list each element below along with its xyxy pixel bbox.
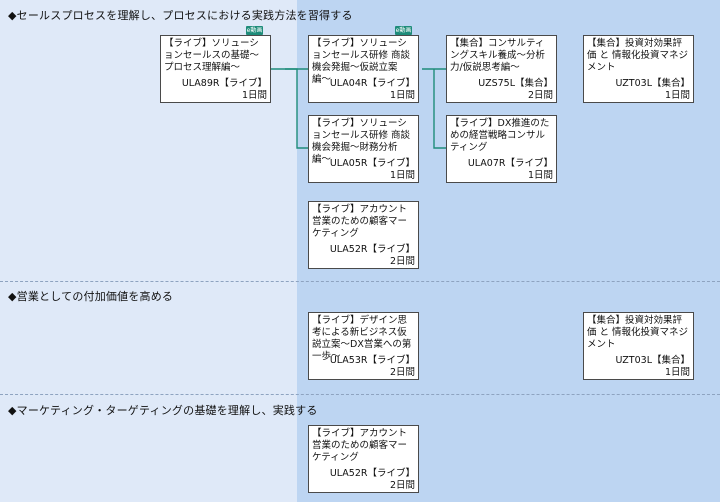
course-title: 【集合】投資対効果評価 と 情報化投資マネジメント <box>587 38 689 73</box>
section-divider <box>0 394 720 395</box>
course-code: UZT03L【集合】 <box>615 78 690 89</box>
course-code: ULA53R【ライブ】 <box>329 355 415 366</box>
course-card-ula05r[interactable]: 【ライブ】ソリューションセールス研修 商談機会発掘〜財務分析編〜 ULA05R【… <box>308 115 419 183</box>
e-video-badge: e動画 <box>395 26 412 35</box>
section-title-sales-process: ◆セールスプロセスを理解し、プロセスにおける実践方法を習得する <box>8 9 353 22</box>
course-title: 【集合】コンサルティングスキル養成〜分析力/仮説思考編〜 <box>450 38 546 73</box>
e-video-badge: e動画 <box>246 26 263 35</box>
course-code: ULA52R【ライブ】 <box>329 244 415 255</box>
course-card-ula52r[interactable]: 【ライブ】アカウント営業のための顧客マーケティング ULA52R【ライブ】 2日… <box>308 201 419 269</box>
course-title: 【集合】投資対効果評価 と 情報化投資マネジメント <box>587 315 689 350</box>
course-title: 【ライブ】アカウント営業のための顧客マーケティング <box>312 428 408 463</box>
course-code: UZT03L【集合】 <box>615 355 690 366</box>
course-code: UZS75L【集合】 <box>478 78 553 89</box>
course-code: ULA89R【ライブ】 <box>181 78 267 89</box>
section-title-marketing: ◆マーケティング・ターゲティングの基礎を理解し、実践する <box>8 404 318 417</box>
course-code: ULA07R【ライブ】 <box>467 158 553 169</box>
course-duration: 1日間 <box>389 170 415 181</box>
course-duration: 1日間 <box>664 367 690 378</box>
course-duration: 2日間 <box>527 90 553 101</box>
course-card-ula52r[interactable]: 【ライブ】アカウント営業のための顧客マーケティング ULA52R【ライブ】 2日… <box>308 425 419 493</box>
course-card-ula53r[interactable]: 【ライブ】デザイン思考による新ビジネス仮説立案〜DX営業への第一歩〜 ULA53… <box>308 312 419 380</box>
course-duration: 1日間 <box>664 90 690 101</box>
course-title: 【ライブ】ソリューションセールスの基礎〜プロセス理解編〜 <box>164 38 260 73</box>
course-duration: 2日間 <box>389 480 415 491</box>
course-duration: 1日間 <box>389 90 415 101</box>
course-code: ULA05R【ライブ】 <box>329 158 415 169</box>
course-duration: 2日間 <box>389 367 415 378</box>
course-duration: 2日間 <box>389 256 415 267</box>
course-title: 【ライブ】アカウント営業のための顧客マーケティング <box>312 204 408 239</box>
course-code: ULA04R【ライブ】 <box>329 78 415 89</box>
course-card-uzt03l[interactable]: 【集合】投資対効果評価 と 情報化投資マネジメント UZT03L【集合】 1日間 <box>583 312 694 380</box>
course-card-uzs75l[interactable]: 【集合】コンサルティングスキル養成〜分析力/仮説思考編〜 UZS75L【集合】 … <box>446 35 557 103</box>
course-card-ula04r[interactable]: 【ライブ】ソリューションセールス研修 商談機会発掘〜仮説立案編〜 ULA04R【… <box>308 35 419 103</box>
course-title: 【ライブ】DX推進のための経営戦略コンサルティング <box>450 118 550 153</box>
section-divider <box>0 281 720 282</box>
course-card-ula89r[interactable]: 【ライブ】ソリューションセールスの基礎〜プロセス理解編〜 ULA89R【ライブ】… <box>160 35 271 103</box>
section-title-added-value: ◆営業としての付加価値を高める <box>8 290 174 303</box>
course-card-ula07r[interactable]: 【ライブ】DX推進のための経営戦略コンサルティング ULA07R【ライブ】 1日… <box>446 115 557 183</box>
course-duration: 1日間 <box>527 170 553 181</box>
course-code: ULA52R【ライブ】 <box>329 468 415 479</box>
course-card-uzt03l[interactable]: 【集合】投資対効果評価 と 情報化投資マネジメント UZT03L【集合】 1日間 <box>583 35 694 103</box>
course-duration: 1日間 <box>241 90 267 101</box>
